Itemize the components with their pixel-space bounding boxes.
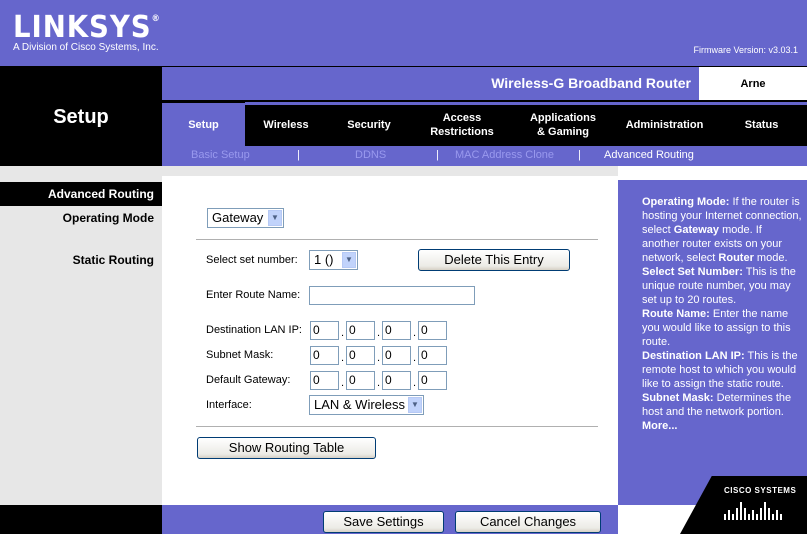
tab-status[interactable]: Status: [716, 103, 807, 146]
subtab-separator: |: [436, 149, 439, 161]
help-term: Subnet Mask:: [642, 392, 714, 404]
cancel-changes-button[interactable]: Cancel Changes: [455, 511, 601, 533]
tab-applications-gaming[interactable]: Applications & Gaming: [513, 103, 613, 146]
dest-ip-octet-2[interactable]: 0: [346, 321, 375, 340]
tab-wireless[interactable]: Wireless: [245, 103, 327, 146]
save-settings-button[interactable]: Save Settings: [323, 511, 444, 533]
subnet-octet-2[interactable]: 0: [346, 346, 375, 365]
octet-dot: .: [413, 352, 417, 364]
gateway-octet-1[interactable]: 0: [310, 371, 339, 390]
set-number-select[interactable]: 1 () ▼: [309, 250, 358, 270]
page-heading: Advanced Routing: [0, 182, 162, 206]
octet-dot: .: [377, 352, 381, 364]
gateway-octet-2[interactable]: 0: [346, 371, 375, 390]
operating-mode-select[interactable]: Gateway ▼: [207, 208, 284, 228]
interface-label: Interface:: [206, 399, 252, 411]
interface-select[interactable]: LAN & Wireless ▼: [309, 395, 424, 415]
chevron-down-icon: ▼: [342, 252, 356, 268]
cisco-systems-logo: CISCO SYSTEMS: [724, 486, 797, 495]
footer-left: [0, 505, 162, 534]
divider: [196, 239, 598, 240]
subnet-octet-1[interactable]: 0: [310, 346, 339, 365]
content-top-strip: [162, 166, 618, 176]
octet-dot: .: [341, 327, 345, 339]
cisco-bridge-icon: [724, 502, 782, 520]
tab-administration[interactable]: Administration: [613, 103, 716, 146]
dest-ip-octet-1[interactable]: 0: [310, 321, 339, 340]
help-term: Router: [718, 252, 754, 264]
help-panel-top: [618, 166, 807, 180]
linksys-logo: LINKSYS®: [13, 10, 161, 45]
show-routing-table-button[interactable]: Show Routing Table: [197, 437, 376, 459]
tab-security[interactable]: Security: [327, 103, 411, 146]
chevron-down-icon: ▼: [408, 397, 422, 413]
chevron-down-icon: ▼: [268, 210, 282, 226]
router-name: Arne: [699, 67, 807, 100]
subnet-octet-3[interactable]: 0: [382, 346, 411, 365]
product-name: Wireless-G Broadband Router: [162, 67, 699, 100]
subtab-basic-setup[interactable]: Basic Setup: [191, 149, 250, 161]
octet-dot: .: [377, 377, 381, 389]
octet-dot: .: [377, 327, 381, 339]
section-title: Setup: [53, 106, 109, 128]
help-term: Operating Mode:: [642, 196, 730, 208]
static-routing-heading: Static Routing: [72, 253, 154, 267]
subtab-separator: |: [578, 149, 581, 161]
route-name-label: Enter Route Name:: [206, 289, 301, 301]
subtab-separator: |: [297, 149, 300, 161]
tab-setup[interactable]: Setup: [162, 103, 245, 146]
help-term: Select Set Number:: [642, 266, 743, 278]
help-more-link[interactable]: More...: [642, 420, 677, 432]
gateway-octet-4[interactable]: 0: [418, 371, 447, 390]
delete-entry-button[interactable]: Delete This Entry: [418, 249, 570, 271]
octet-dot: .: [413, 377, 417, 389]
default-gateway-label: Default Gateway:: [206, 374, 291, 386]
subnet-octet-4[interactable]: 0: [418, 346, 447, 365]
route-name-input[interactable]: [309, 286, 475, 305]
logo-subtitle: A Division of Cisco Systems, Inc.: [13, 42, 159, 53]
octet-dot: .: [341, 352, 345, 364]
dest-ip-octet-3[interactable]: 0: [382, 321, 411, 340]
help-term: Gateway: [673, 224, 720, 236]
tab-access-restrictions[interactable]: Access Restrictions: [411, 103, 513, 146]
dest-ip-octet-4[interactable]: 0: [418, 321, 447, 340]
help-term: Destination LAN IP:: [642, 350, 745, 362]
subtab-ddns[interactable]: DDNS: [355, 149, 386, 161]
octet-dot: .: [413, 327, 417, 339]
dest-lan-ip-label: Destination LAN IP:: [206, 324, 302, 336]
gateway-octet-3[interactable]: 0: [382, 371, 411, 390]
subnet-mask-label: Subnet Mask:: [206, 349, 274, 361]
subtab-mac-address-clone[interactable]: MAC Address Clone: [455, 149, 554, 161]
help-text: Operating Mode: If the router is hosting…: [642, 195, 802, 433]
help-desc: mode.: [753, 252, 788, 264]
help-term: Route Name:: [642, 308, 710, 320]
firmware-version: Firmware Version: v3.03.1: [693, 45, 798, 55]
select-set-label: Select set number:: [206, 254, 298, 266]
divider: [196, 426, 598, 427]
subtab-advanced-routing[interactable]: Advanced Routing: [604, 149, 694, 161]
operating-mode-heading: Operating Mode: [62, 211, 154, 225]
octet-dot: .: [341, 377, 345, 389]
